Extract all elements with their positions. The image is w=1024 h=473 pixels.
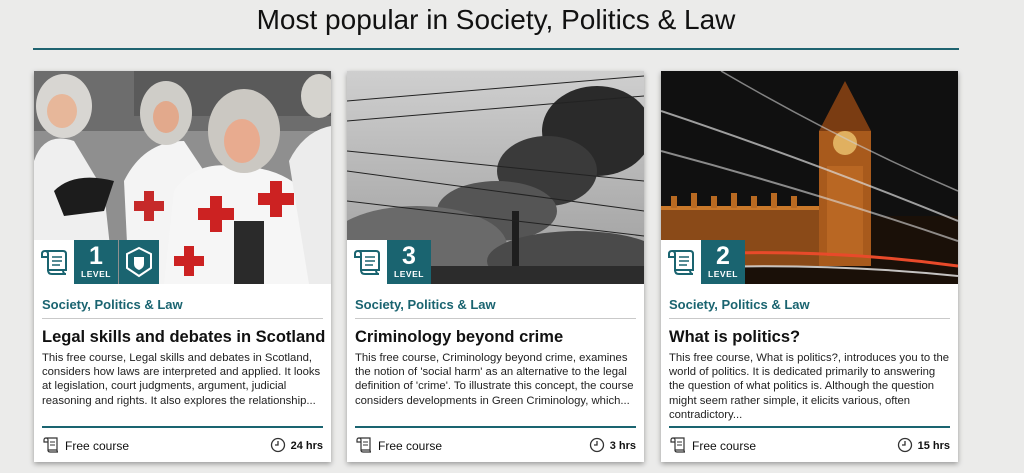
level-label: LEVEL [81,269,111,279]
course-description: This free course, Criminology beyond cri… [355,352,634,407]
level-badge: 2 LEVEL [701,240,745,284]
course-card[interactable]: 1 LEVEL Society, Politics & Law Legal sk… [34,71,331,462]
certificate-icon [347,240,387,284]
course-category[interactable]: Society, Politics & Law [669,297,810,312]
footer-divider [42,426,323,428]
footer-divider [355,426,636,428]
free-course-icon [669,436,687,457]
category-divider [669,318,950,319]
category-divider [355,318,636,319]
course-category[interactable]: Society, Politics & Law [355,297,496,312]
clock-icon [897,437,913,456]
level-number: 3 [402,242,416,270]
course-footer: Free course 3 hrs [355,436,636,457]
badge-shield-icon [119,240,159,284]
course-type: Free course [65,439,130,453]
section-heading: Most popular in Society, Politics & Law [256,4,736,35]
course-description: This free course, Legal skills and debat… [42,352,321,407]
level-number: 1 [89,242,103,270]
certificate-icon [34,240,74,284]
clock-icon [270,437,286,456]
course-title[interactable]: Legal skills and debates in Scotland [42,328,325,347]
course-title[interactable]: What is politics? [669,328,800,347]
footer-divider [669,426,950,428]
course-footer: Free course 15 hrs [669,436,950,457]
course-card[interactable]: 3 LEVEL Society, Politics & Law Criminol… [347,71,644,462]
free-course-icon [355,436,373,457]
badge-row: 3 LEVEL [347,240,431,284]
course-title[interactable]: Criminology beyond crime [355,328,563,347]
level-badge: 3 LEVEL [387,240,431,284]
course-duration: 15 hrs [917,440,950,452]
level-number: 2 [716,242,730,270]
certificate-icon [661,240,701,284]
course-type: Free course [692,439,757,453]
badge-row: 1 LEVEL [34,240,159,284]
course-duration: 3 hrs [609,440,636,452]
level-label: LEVEL [394,269,424,279]
free-course-icon [42,436,60,457]
badge-row: 2 LEVEL [661,240,745,284]
level-badge: 1 LEVEL [74,240,118,284]
course-description: This free course, What is politics?, int… [669,352,950,421]
course-category[interactable]: Society, Politics & Law [42,297,183,312]
clock-icon [589,437,605,456]
course-duration: 24 hrs [290,440,323,452]
course-footer: Free course 24 hrs [42,436,323,457]
course-card[interactable]: 2 LEVEL Society, Politics & Law What is … [661,71,958,462]
heading-divider [33,48,959,50]
course-type: Free course [378,439,443,453]
level-label: LEVEL [708,269,738,279]
category-divider [42,318,323,319]
